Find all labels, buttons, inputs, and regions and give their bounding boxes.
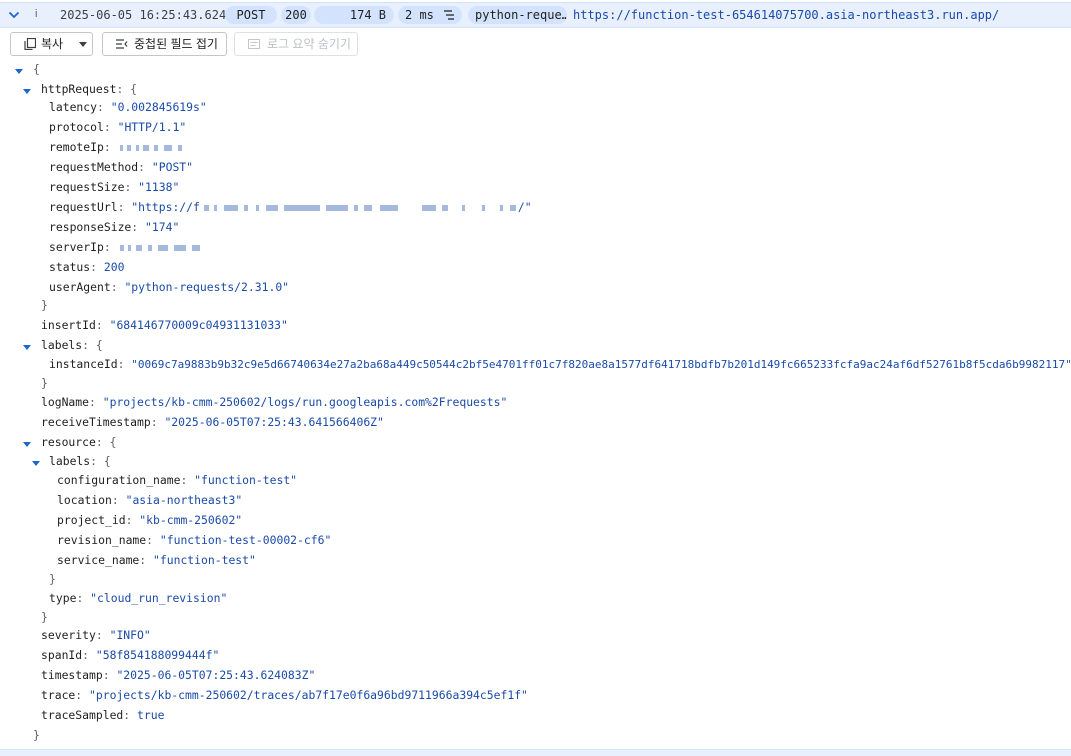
collapse-button-label: 중첩된 필드 접기 xyxy=(134,37,218,51)
expand-toggle-icon[interactable] xyxy=(32,461,40,466)
log-entry-summary-row[interactable]: i 2025-06-05 16:25:43.624 POST 200 174 B… xyxy=(0,2,1071,28)
caret-down-icon xyxy=(79,42,87,47)
log-timestamp: 2025-06-05 16:25:43.624 xyxy=(60,8,227,22)
json-field-service_name[interactable]: service_name: "function-test" xyxy=(57,553,256,573)
json-field-logName[interactable]: logName: "projects/kb-cmm-250602/logs/ru… xyxy=(41,395,507,415)
json-field-latency[interactable]: latency: "0.002845619s" xyxy=(49,100,207,120)
json-field-instanceId[interactable]: instanceId: "0069c7a9883b9b32c9e5d667406… xyxy=(49,357,1071,377)
copy-button[interactable]: 복사 xyxy=(10,32,93,56)
copy-button-label: 복사 xyxy=(41,37,64,51)
summary-icon xyxy=(248,39,260,49)
expand-toggle-icon[interactable] xyxy=(23,345,31,350)
json-field-resource[interactable]: resource: { xyxy=(41,435,116,455)
json-field-receiveTimestamp[interactable]: receiveTimestamp: "2025-06-05T07:25:43.6… xyxy=(41,415,384,435)
latency-label: 2 ms xyxy=(405,8,434,22)
json-close-labels: } xyxy=(41,376,48,390)
json-field-revision_name[interactable]: revision_name: "function-test-00002-cf6" xyxy=(57,533,331,553)
json-close-resource-labels: } xyxy=(49,572,56,586)
expand-toggle-icon[interactable] xyxy=(23,442,31,447)
json-field-status[interactable]: status: 200 xyxy=(49,260,124,280)
json-field-serverIp[interactable]: serverIp: xyxy=(49,240,204,260)
latency-chip[interactable]: 2 ms xyxy=(398,6,462,24)
user-agent-chip[interactable]: python-reque… xyxy=(468,6,567,24)
collapse-icon xyxy=(116,39,128,49)
json-field-severity[interactable]: severity: "INFO" xyxy=(41,628,151,648)
json-field-project_id[interactable]: project_id: "kb-cmm-250602" xyxy=(57,513,242,533)
redacted-value xyxy=(200,203,518,213)
waterfall-icon xyxy=(444,10,454,20)
request-url-link[interactable]: https://function-test-654614075700.asia-… xyxy=(573,8,999,22)
json-field-labels[interactable]: labels: { xyxy=(41,338,103,358)
json-field-type[interactable]: type: "cloud_run_revision" xyxy=(49,591,227,611)
json-field-spanId[interactable]: spanId: "58f854188099444f" xyxy=(41,648,219,668)
response-size-chip[interactable]: 174 B xyxy=(314,6,394,24)
chevron-down-icon[interactable] xyxy=(6,7,22,23)
expand-toggle-icon[interactable] xyxy=(23,89,31,94)
json-field-remoteIp[interactable]: remoteIp: xyxy=(49,140,184,160)
json-field-requestSize[interactable]: requestSize: "1138" xyxy=(49,180,179,200)
severity-icon: i xyxy=(35,8,38,20)
json-field-insertId[interactable]: insertId: "684146770009c04931131033" xyxy=(41,318,288,338)
json-field-timestamp[interactable]: timestamp: "2025-06-05T07:25:43.624083Z" xyxy=(41,668,315,688)
json-field-responseSize[interactable]: responseSize: "174" xyxy=(49,220,179,240)
json-field-resource-labels[interactable]: labels: { xyxy=(49,454,111,474)
json-close-resource: } xyxy=(41,610,48,624)
request-method-chip[interactable]: POST xyxy=(225,6,277,24)
hide-log-summary-button: 로그 요약 숨기기 xyxy=(234,32,358,56)
copy-icon xyxy=(24,38,36,50)
json-field-httpRequest[interactable]: httpRequest: { xyxy=(41,82,137,102)
json-root-close: } xyxy=(33,728,40,742)
redacted-value xyxy=(118,143,184,153)
collapse-nested-fields-button[interactable]: 중첩된 필드 접기 xyxy=(102,32,227,56)
json-field-trace[interactable]: trace: "projects/kb-cmm-250602/traces/ab… xyxy=(41,688,528,708)
json-field-requestUrl[interactable]: requestUrl: "https://f /" xyxy=(49,200,532,220)
expand-toggle-icon[interactable] xyxy=(15,69,23,74)
hide-summary-label: 로그 요약 숨기기 xyxy=(267,37,351,51)
json-root-open: { xyxy=(33,62,40,76)
json-field-location[interactable]: location: "asia-northeast3" xyxy=(57,493,242,513)
json-close-httpRequest: } xyxy=(41,298,48,312)
redacted-value xyxy=(118,243,204,253)
json-field-protocol[interactable]: protocol: "HTTP/1.1" xyxy=(49,120,186,140)
json-field-userAgent[interactable]: userAgent: "python-requests/2.31.0" xyxy=(49,280,289,300)
json-field-traceSampled[interactable]: traceSampled: true xyxy=(41,708,164,728)
status-chip[interactable]: 200 xyxy=(281,6,311,24)
json-field-configuration_name[interactable]: configuration_name: "function-test" xyxy=(57,473,297,493)
json-field-requestMethod[interactable]: requestMethod: "POST" xyxy=(49,160,193,180)
